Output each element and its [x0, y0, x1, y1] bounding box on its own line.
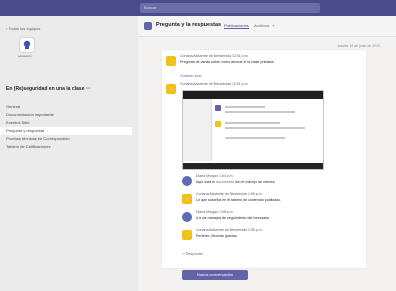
message-text-part: con el manejo de carrera.: [233, 180, 276, 184]
message-author: Diana Morgan 1:54 p.m.: [196, 174, 234, 178]
channel-tests[interactable]: Pruebas técnicas en Correspondido: [6, 136, 70, 141]
screenshot-attachment[interactable]: [182, 90, 324, 170]
channel-documentation[interactable]: Documentación importante: [6, 112, 54, 117]
channel-q-and-a[interactable]: Pregunta y respuesta: [0, 127, 132, 135]
screenshot-line: [225, 122, 280, 124]
message-text: ir a los manejos de seguimiento del form…: [196, 216, 271, 220]
search-input[interactable]: Buscar: [140, 3, 320, 13]
screenshot-avatar: [215, 105, 221, 111]
screenshot-statusbar: [183, 163, 323, 169]
reply-button[interactable]: ↩ Responder: [182, 252, 203, 256]
channel-events[interactable]: Eventos Sitio: [6, 120, 29, 125]
main-pane: Pregunta y la respuestas Publicaciones A…: [138, 16, 396, 291]
message-text-part: Aquí está el: [196, 180, 216, 184]
screenshot-bot: [215, 121, 221, 127]
screenshot-line: [225, 106, 265, 108]
tab-files[interactable]: Archivos: [254, 23, 269, 28]
team-name[interactable]: En (Re)seguridad en una la clase ···: [6, 86, 91, 92]
channel-icon: [144, 22, 152, 30]
conversation-thread: Cortana/Asistente de Bienvenida 12:51 p.…: [162, 50, 366, 268]
bot-avatar: [182, 230, 192, 240]
bot-avatar: [166, 84, 176, 94]
bot-avatar: [182, 194, 192, 204]
team-logo-icon: [23, 40, 31, 49]
message-text: Pregunta de varias sobre cómo ahorrar el…: [180, 60, 275, 64]
screenshot-line: [225, 137, 285, 139]
thread-date: Jueves 19 de junio de 2020: [337, 44, 380, 48]
tab-add[interactable]: +: [272, 23, 274, 28]
bot-avatar: [166, 56, 176, 66]
screenshot-titlebar: [183, 91, 323, 99]
message-author: Cortana/Asistente de Bienvenida 1:58 p.m…: [196, 228, 263, 232]
channel-header: Pregunta y la respuestas Publicaciones A…: [138, 16, 396, 37]
screenshot-line: [225, 127, 305, 129]
sidebar: ‹ Todos los equipos educación En (Re)seg…: [0, 16, 138, 291]
document-link[interactable]: documento: [216, 180, 234, 184]
user-avatar: [182, 212, 192, 222]
team-sublabel: educación: [18, 54, 32, 58]
message-text: Aquí está el documento con el manejo de …: [196, 180, 276, 184]
user-avatar: [182, 176, 192, 186]
top-bar: Buscar: [0, 0, 396, 16]
message-author: Cortana/Asistente de Bienvenida 12:51 p.…: [180, 54, 249, 58]
message-text: Lo que suscriba en el tablero de conteni…: [196, 198, 282, 202]
channel-general[interactable]: General: [6, 104, 20, 109]
channel-title: Pregunta y la respuestas: [156, 22, 222, 28]
channel-grades[interactable]: Tablero de Calificaciones: [6, 144, 50, 149]
new-conversation-button[interactable]: Nueva conversación: [182, 270, 248, 280]
tab-posts[interactable]: Publicaciones: [224, 23, 249, 29]
collapse-link[interactable]: Contraer todo: [180, 74, 201, 78]
all-teams-link[interactable]: ‹ Todos los equipos: [6, 26, 40, 31]
message-author: Diana Morgan 1:58 p.m.: [196, 210, 234, 214]
screenshot-line: [225, 111, 295, 113]
message-author: Cortana/Asistente de Bienvenida 1:55 p.m…: [196, 192, 263, 196]
team-avatar: [20, 38, 34, 52]
message-author: Cortana/Asistente de Bienvenida 12:51 p.…: [180, 82, 249, 86]
message-text: Perfecto. Muchas gracias.: [196, 234, 238, 238]
screenshot-sidebar: [183, 99, 212, 161]
